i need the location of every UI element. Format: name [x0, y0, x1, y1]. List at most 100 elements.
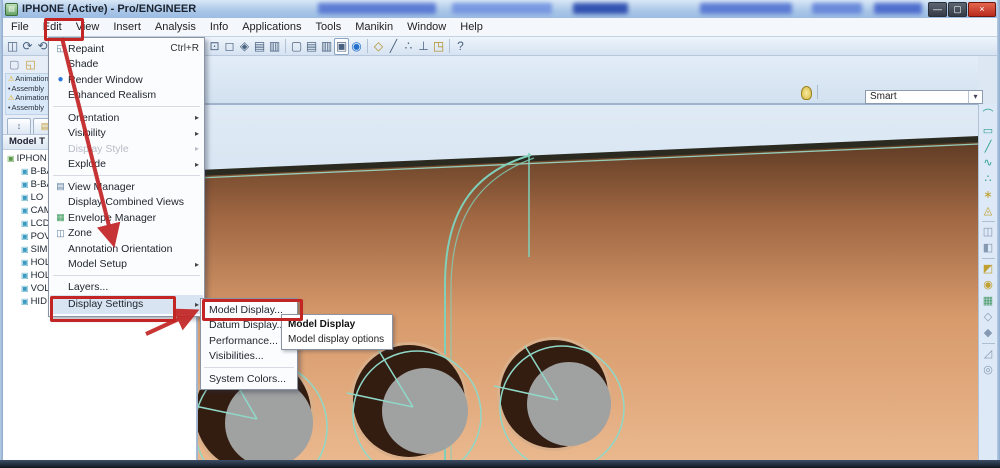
envelope-manager-icon: ▦: [53, 212, 68, 223]
menu-tools[interactable]: Tools: [309, 18, 349, 36]
graphics-header: Smart ▾: [197, 56, 978, 104]
part-icon: ▣: [21, 180, 29, 189]
menu-item-layers[interactable]: Layers...: [50, 279, 203, 295]
menu-window[interactable]: Window: [400, 18, 453, 36]
maximize-button[interactable]: ▢: [948, 2, 967, 17]
menu-item-model-setup[interactable]: Model Setup▸: [50, 257, 203, 273]
censored-taskbar-item: [573, 3, 628, 14]
menu-separator: [53, 275, 200, 276]
merge-icon[interactable]: ◧: [983, 240, 993, 256]
datum-axes-icon[interactable]: ╱: [386, 38, 401, 55]
part-icon: ▣: [21, 245, 29, 254]
zone-icon: ◫: [53, 228, 68, 239]
menu-edit[interactable]: Edit: [36, 18, 69, 36]
menu-item-render-window[interactable]: ●Render Window: [50, 72, 203, 88]
toolbar-separator: [449, 39, 450, 53]
shading-icon[interactable]: ▣: [334, 38, 349, 55]
menu-applications[interactable]: Applications: [235, 18, 308, 36]
context-help-icon[interactable]: ?: [453, 38, 468, 55]
menu-item-repaint[interactable]: ◱RepaintCtrl+R: [50, 41, 203, 57]
part-icon: ▣: [21, 297, 29, 306]
submenu-arrow-icon: ▸: [191, 260, 199, 269]
round-icon[interactable]: ◇: [984, 309, 992, 325]
points-icon[interactable]: ∴: [985, 171, 992, 187]
menu-view[interactable]: View: [69, 18, 107, 36]
selection-filter-value: Smart: [866, 91, 968, 103]
regenerate-icon[interactable]: ⟳: [20, 38, 35, 55]
wireframe-icon[interactable]: ▢: [289, 38, 304, 55]
menu-item-explode[interactable]: Explode▸: [50, 157, 203, 173]
menubar: File Edit View Insert Analysis Info Appl…: [0, 18, 1000, 37]
lightbulb-icon[interactable]: [801, 86, 812, 100]
datum-points-icon[interactable]: ∴: [401, 38, 416, 55]
graphics-viewport[interactable]: [197, 104, 978, 460]
menu-item-zone[interactable]: ◫Zone: [50, 226, 203, 242]
sketch-icon[interactable]: ◬: [984, 203, 992, 219]
chevron-down-icon[interactable]: ▾: [968, 91, 982, 103]
submenu-item-system-colors[interactable]: System Colors...: [201, 371, 297, 387]
menu-help[interactable]: Help: [453, 18, 490, 36]
proengineer-window: ▤ IPHONE (Active) - Pro/ENGINEER — ▢ × F…: [0, 0, 1000, 468]
coordinate-systems-icon[interactable]: ⊥: [416, 38, 431, 55]
feature-toolbar: ⌒ ▭ ╱ ∿ ∴ ∗ ◬ ◫ ◧ ◩ ◉ ▦ ◇ ◆ ◿ ◎: [978, 104, 997, 460]
spline-icon[interactable]: ∿: [983, 155, 992, 171]
model-tree-tab[interactable]: ↕: [7, 118, 31, 134]
submenu-arrow-icon: ▸: [191, 144, 199, 153]
menu-analysis[interactable]: Analysis: [148, 18, 203, 36]
realtime-render-icon[interactable]: ◉: [349, 38, 364, 55]
chamfer-icon[interactable]: ◆: [984, 325, 992, 341]
extrude-icon[interactable]: ◩: [983, 261, 993, 277]
censored-taskbar-item: [318, 3, 436, 14]
no-hidden-icon[interactable]: ▥: [319, 38, 334, 55]
submenu-item-visibilities[interactable]: Visibilities...: [201, 349, 297, 365]
menu-file[interactable]: File: [4, 18, 36, 36]
open-file-icon[interactable]: ◱: [25, 58, 35, 71]
menu-item-display-settings[interactable]: Display Settings▸: [50, 295, 203, 314]
menu-item-orientation[interactable]: Orientation▸: [50, 110, 203, 126]
datum-planes-icon[interactable]: ◇: [371, 38, 386, 55]
annotations-icon[interactable]: ◳: [431, 38, 446, 55]
part-icon: ▣: [21, 284, 29, 293]
minimize-button[interactable]: —: [928, 2, 947, 17]
menu-manikin[interactable]: Manikin: [348, 18, 400, 36]
reorient-icon[interactable]: ◈: [237, 38, 252, 55]
new-file-icon[interactable]: ▢: [9, 58, 19, 71]
menu-item-visibility[interactable]: Visibility▸: [50, 126, 203, 142]
repaint-icon: ◱: [53, 43, 68, 54]
shell-icon[interactable]: ◎: [983, 362, 993, 378]
menu-item-envelope-manager[interactable]: ▦Envelope Manager: [50, 210, 203, 226]
saved-views-icon[interactable]: ▤: [252, 38, 267, 55]
menu-insert[interactable]: Insert: [106, 18, 148, 36]
menu-item-annotation-orientation[interactable]: Annotation Orientation: [50, 241, 203, 257]
menu-info[interactable]: Info: [203, 18, 235, 36]
warning-icon: ⚠: [8, 95, 14, 102]
part-icon: ▣: [21, 271, 29, 280]
line-icon[interactable]: ╱: [985, 139, 992, 155]
layers-icon[interactable]: ▥: [267, 38, 282, 55]
draft-icon[interactable]: ◿: [984, 346, 992, 362]
copy-geometry-icon[interactable]: ◫: [983, 224, 993, 240]
toolbar-separator: [982, 221, 995, 222]
selection-filter-combo[interactable]: Smart ▾: [865, 90, 983, 104]
rectangle-icon[interactable]: ▭: [983, 123, 993, 139]
menu-item-view-manager[interactable]: ▤View Manager: [50, 179, 203, 195]
header-separator: [817, 85, 818, 99]
pattern-icon[interactable]: ∗: [983, 187, 992, 203]
copy-icon[interactable]: ◫: [5, 38, 20, 55]
menu-item-shade[interactable]: Shade: [50, 57, 203, 73]
toolbar-separator: [982, 258, 995, 259]
menu-item-enhanced-realism[interactable]: Enhanced Realism: [50, 88, 203, 104]
menu-item-display-combined-views[interactable]: Display Combined Views: [50, 195, 203, 211]
zoom-window-icon[interactable]: ⊡: [207, 38, 222, 55]
arc-icon[interactable]: ⌒: [983, 107, 994, 123]
part-icon: ▣: [21, 232, 29, 241]
menu-separator: [53, 175, 200, 176]
censored-taskbar-item: [874, 3, 922, 14]
submenu-arrow-icon: ▸: [191, 300, 199, 309]
close-button[interactable]: ×: [968, 2, 996, 17]
hidden-line-icon[interactable]: ▤: [304, 38, 319, 55]
blend-icon[interactable]: ▦: [983, 293, 993, 309]
toolbar-separator: [285, 39, 286, 53]
revolve-icon[interactable]: ◉: [983, 277, 993, 293]
refit-icon[interactable]: ◻: [222, 38, 237, 55]
